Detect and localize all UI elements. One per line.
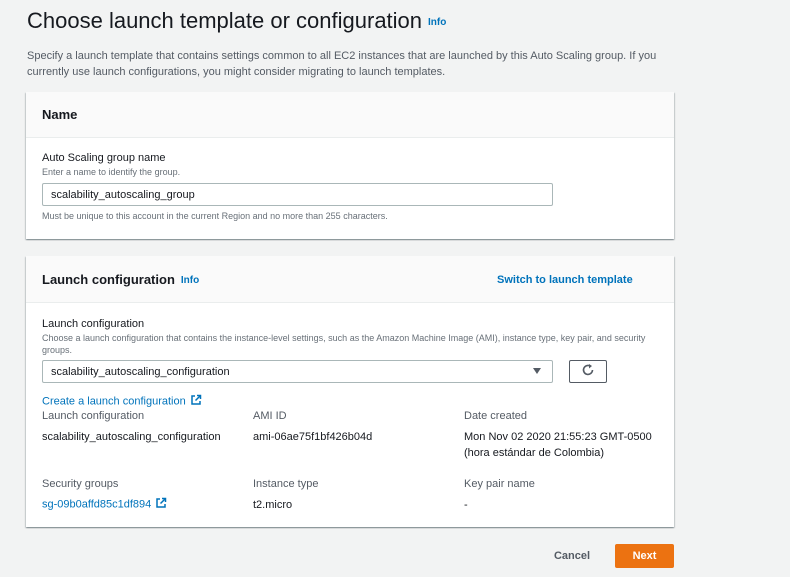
page-title-row: Choose launch template or configuration I… bbox=[27, 8, 446, 34]
group-name-input[interactable]: scalability_autoscaling_group bbox=[42, 183, 553, 206]
launch-config-select[interactable]: scalability_autoscaling_configuration bbox=[42, 360, 553, 383]
cancel-button[interactable]: Cancel bbox=[545, 544, 599, 568]
detail-date-created-value: Mon Nov 02 2020 21:55:23 GMT-0500 (hora … bbox=[464, 431, 652, 459]
dropdown-caret-icon bbox=[532, 366, 542, 378]
security-group-link[interactable]: sg-09b0affd85c1df894 bbox=[42, 497, 167, 512]
group-name-constraint: Must be unique to this account in the cu… bbox=[42, 211, 388, 221]
group-name-label: Auto Scaling group name bbox=[42, 152, 166, 164]
detail-instance-type-value: t2.micro bbox=[253, 499, 293, 511]
name-section: Name Auto Scaling group name Enter a nam… bbox=[26, 92, 674, 239]
launch-section-header: Launch configuration Info Switch to launc… bbox=[26, 256, 674, 303]
detail-ami-id-label: AMI ID bbox=[253, 410, 287, 422]
launch-section-title-row: Launch configuration Info bbox=[42, 272, 199, 287]
detail-instance-type-label: Instance type bbox=[253, 478, 319, 490]
launch-config-hint: Choose a launch configuration that conta… bbox=[42, 333, 646, 355]
launch-configuration-section: Launch configuration Info Switch to launc… bbox=[26, 256, 674, 527]
next-button[interactable]: Next bbox=[615, 544, 674, 568]
page-info-link[interactable]: Info bbox=[428, 17, 446, 28]
security-group-id: sg-09b0affd85c1df894 bbox=[42, 498, 152, 511]
page-title: Choose launch template or configuration bbox=[27, 8, 423, 33]
name-section-header: Name bbox=[26, 92, 674, 138]
create-launch-configuration-link[interactable]: Create a launch configuration bbox=[42, 394, 202, 409]
detail-key-pair-value: - bbox=[464, 499, 468, 511]
refresh-icon bbox=[581, 363, 595, 380]
external-link-icon bbox=[190, 394, 202, 409]
launch-section-title: Launch configuration bbox=[42, 272, 175, 287]
page-description: Specify a launch template that contains … bbox=[27, 50, 657, 78]
launch-config-selected-value: scalability_autoscaling_configuration bbox=[51, 365, 230, 378]
refresh-button[interactable] bbox=[569, 360, 607, 383]
group-name-input-value: scalability_autoscaling_group bbox=[51, 188, 195, 201]
detail-ami-id-value: ami-06ae75f1bf426b04d bbox=[253, 431, 373, 443]
launch-config-label: Launch configuration bbox=[42, 318, 145, 330]
name-section-title: Name bbox=[42, 107, 78, 122]
external-link-icon bbox=[155, 497, 167, 512]
detail-launch-configuration-value: scalability_autoscaling_configuration bbox=[42, 431, 221, 443]
detail-key-pair-label: Key pair name bbox=[464, 478, 535, 490]
detail-date-created-label: Date created bbox=[464, 410, 527, 422]
switch-to-launch-template-link[interactable]: Switch to launch template bbox=[497, 274, 633, 286]
create-launch-configuration-label: Create a launch configuration bbox=[42, 395, 186, 408]
detail-launch-configuration-label: Launch configuration bbox=[42, 410, 145, 422]
detail-security-groups-label: Security groups bbox=[42, 478, 119, 490]
launch-section-info-link[interactable]: Info bbox=[181, 275, 199, 286]
group-name-hint: Enter a name to identify the group. bbox=[42, 167, 181, 177]
